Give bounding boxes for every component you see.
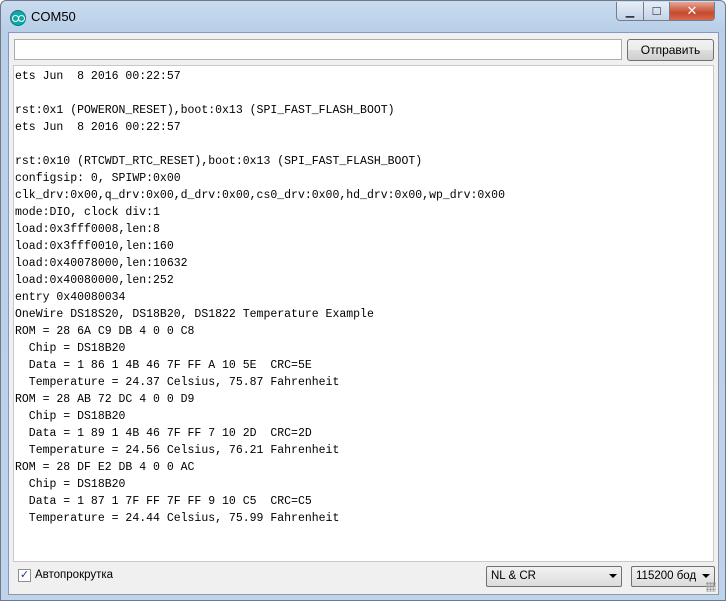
output-line: Chip = DS18B20: [15, 342, 126, 355]
output-line: Data = 1 87 1 7F FF 7F FF 9 10 C5 CRC=C5: [15, 495, 312, 508]
output-line: Temperature = 24.44 Celsius, 75.99 Fahre…: [15, 512, 340, 525]
send-input[interactable]: [14, 39, 622, 60]
output-line: load:0x3fff0008,len:8: [15, 223, 160, 236]
baud-rate-select[interactable]: 115200 бод: [631, 566, 715, 587]
output-line: rst:0x10 (RTCWDT_RTC_RESET),boot:0x13 (S…: [15, 155, 423, 168]
output-line: Data = 1 89 1 4B 46 7F FF 7 10 2D CRC=2D: [15, 427, 312, 440]
output-line: ROM = 28 AB 72 DC 4 0 0 D9: [15, 393, 195, 406]
serial-monitor-panel: Отправить ets Jun 8 2016 00:22:57 rst:0x1…: [8, 32, 719, 595]
output-line: clk_drv:0x00,q_drv:0x00,d_drv:0x00,cs0_d…: [15, 189, 505, 202]
output-line: entry 0x40080034: [15, 291, 126, 304]
maximize-button[interactable]: ☐: [643, 2, 670, 21]
output-line: load:0x40078000,len:10632: [15, 257, 188, 270]
output-line: configsip: 0, SPIWP:0x00: [15, 172, 181, 185]
line-ending-value: NL & CR: [491, 570, 536, 582]
output-line: load:0x40080000,len:252: [15, 274, 174, 287]
output-line: Chip = DS18B20: [15, 478, 126, 491]
baud-rate-value: 115200 бод: [636, 570, 697, 582]
close-icon: ✕: [686, 3, 698, 18]
output-line: Temperature = 24.37 Celsius, 75.87 Fahre…: [15, 376, 340, 389]
autoscroll-label: Автопрокрутка: [35, 569, 114, 581]
serial-monitor-window: COM50 ▁ ☐ ✕ Отправить ets Jun 8 2016 00:…: [0, 0, 726, 601]
output-line: OneWire DS18S20, DS18B20, DS1822 Tempera…: [15, 308, 374, 321]
minimize-button[interactable]: ▁: [616, 2, 644, 21]
output-line: Data = 1 86 1 4B 46 7F FF A 10 5E CRC=5E: [15, 359, 312, 372]
close-button[interactable]: ✕: [669, 2, 715, 21]
output-line: ets Jun 8 2016 00:22:57: [15, 121, 181, 134]
chevron-down-icon: [702, 574, 710, 578]
chevron-down-icon: [609, 574, 617, 578]
serial-output[interactable]: ets Jun 8 2016 00:22:57 rst:0x1 (POWERON_…: [13, 65, 714, 562]
output-line: load:0x3fff0010,len:160: [15, 240, 174, 253]
output-line: rst:0x1 (POWERON_RESET),boot:0x13 (SPI_F…: [15, 104, 395, 117]
line-ending-select[interactable]: NL & CR: [486, 566, 622, 587]
title-bar[interactable]: COM50 ▁ ☐ ✕: [1, 1, 725, 33]
maximize-icon: ☐: [651, 5, 662, 18]
send-button[interactable]: Отправить: [627, 39, 714, 61]
arduino-icon: [10, 10, 26, 26]
output-line: ROM = 28 6A C9 DB 4 0 0 C8: [15, 325, 195, 338]
checkmark-icon: ✓: [19, 569, 30, 581]
output-line: ets Jun 8 2016 00:22:57: [15, 70, 181, 83]
resize-grip[interactable]: [706, 582, 716, 592]
output-line: Temperature = 24.56 Celsius, 76.21 Fahre…: [15, 444, 340, 457]
output-line: ROM = 28 DF E2 DB 4 0 0 AC: [15, 461, 195, 474]
minimize-icon: ▁: [625, 5, 635, 18]
window-title: COM50: [31, 9, 76, 24]
output-line: Chip = DS18B20: [15, 410, 126, 423]
output-line: mode:DIO, clock div:1: [15, 206, 160, 219]
autoscroll-checkbox[interactable]: ✓: [18, 569, 31, 582]
